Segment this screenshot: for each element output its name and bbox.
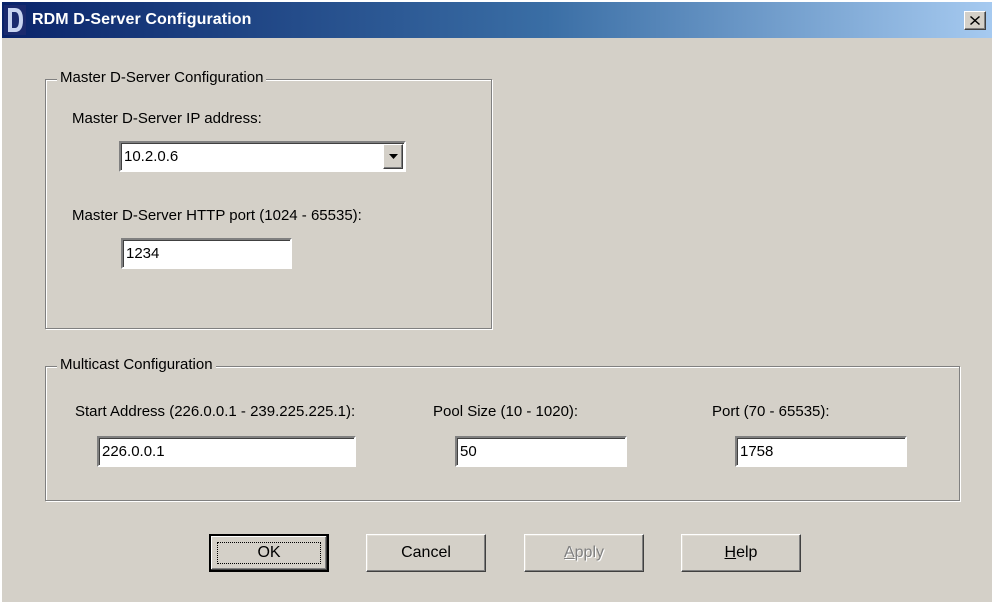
app-logo-icon [4, 5, 26, 35]
master-ip-dropdown-button[interactable] [383, 144, 403, 169]
master-port-value: 1234 [126, 245, 160, 262]
pool-size-input[interactable]: 50 [455, 436, 627, 467]
cancel-button[interactable]: Cancel [366, 534, 486, 572]
apply-button-label: Apply [564, 544, 604, 562]
window-title: RDM D-Server Configuration [32, 11, 252, 28]
master-port-label: Master D-Server HTTP port (1024 - 65535)… [72, 207, 362, 224]
chevron-down-icon [388, 154, 398, 159]
help-button-label: Help [725, 544, 758, 562]
multicast-group [45, 366, 960, 501]
apply-mnemonic: A [563, 544, 575, 561]
master-ip-label: Master D-Server IP address: [72, 110, 262, 127]
start-address-input[interactable]: 226.0.0.1 [97, 436, 356, 467]
master-port-input[interactable]: 1234 [121, 238, 292, 269]
master-ip-select[interactable]: 10.2.0.6 [119, 141, 406, 172]
multicast-group-legend: Multicast Configuration [57, 356, 216, 373]
cancel-button-label: Cancel [401, 544, 451, 561]
multicast-port-value: 1758 [740, 443, 774, 460]
help-label-rest: elp [736, 544, 758, 561]
multicast-port-input[interactable]: 1758 [735, 436, 907, 467]
multicast-port-label: Port (70 - 65535): [712, 403, 830, 420]
apply-label-rest: pply [574, 544, 605, 561]
pool-size-label: Pool Size (10 - 1020): [433, 403, 579, 420]
master-ip-value: 10.2.0.6 [124, 148, 179, 165]
help-mnemonic: H [724, 544, 737, 561]
close-button[interactable] [964, 11, 986, 30]
title-bar[interactable]: RDM D-Server Configuration [2, 2, 992, 38]
focus-indicator [217, 542, 321, 564]
apply-button[interactable]: Apply [524, 534, 644, 572]
start-address-value: 226.0.0.1 [102, 443, 165, 460]
ok-button[interactable]: OK [209, 534, 329, 572]
master-group-legend: Master D-Server Configuration [57, 69, 267, 86]
dialog-window: RDM D-Server Configuration Master D-Serv… [0, 0, 992, 602]
start-address-label: Start Address (226.0.0.1 - 239.225.225.1… [75, 403, 356, 420]
close-icon [970, 16, 980, 25]
pool-size-value: 50 [460, 443, 477, 460]
help-button[interactable]: Help [681, 534, 801, 572]
